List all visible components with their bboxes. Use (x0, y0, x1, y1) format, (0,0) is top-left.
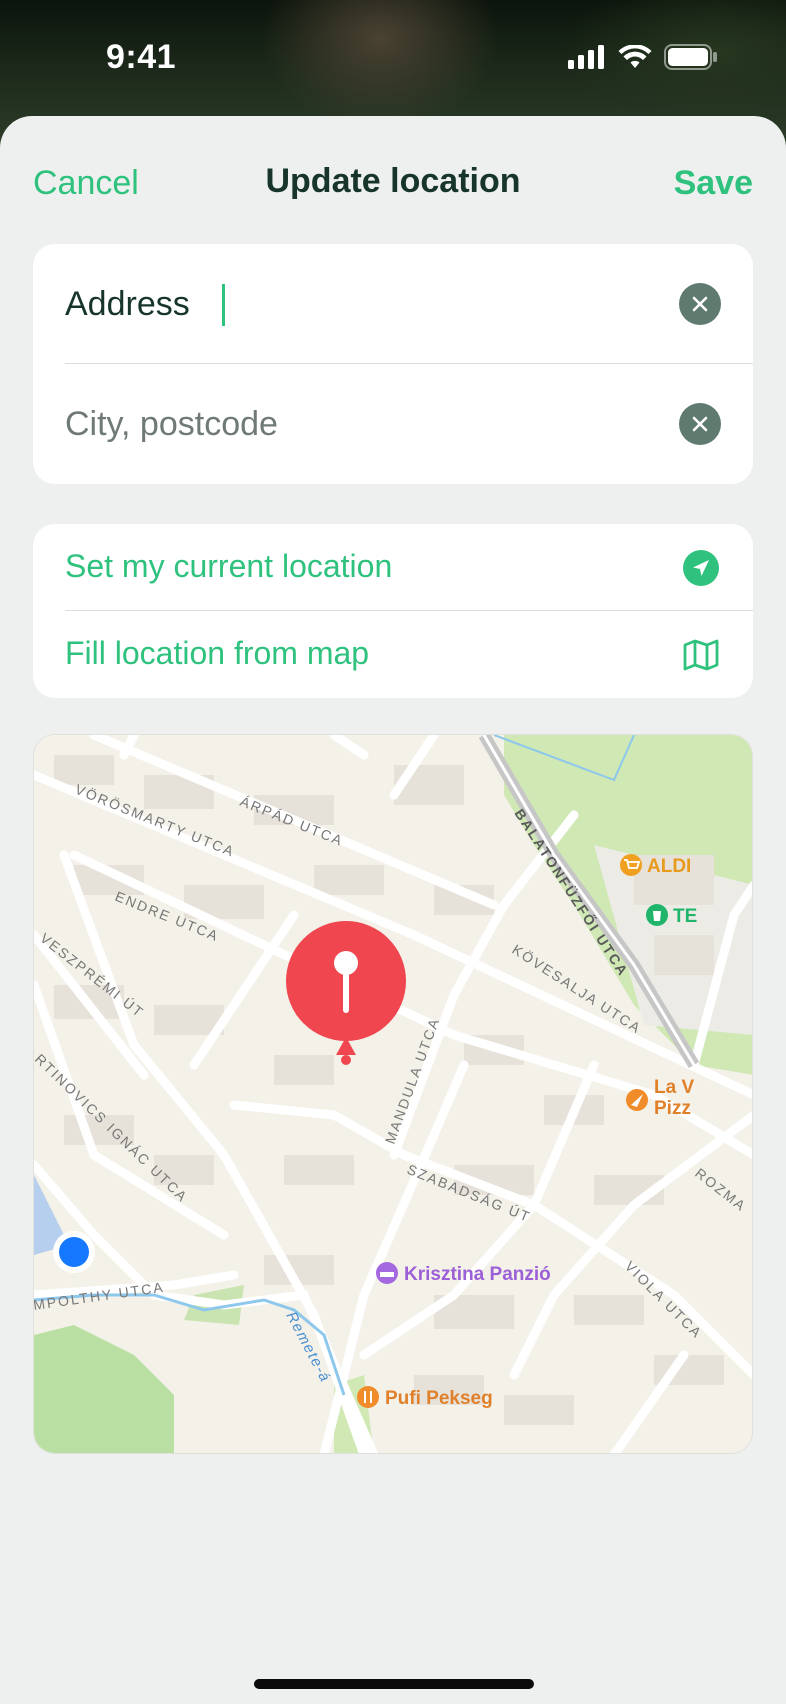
update-location-sheet: Cancel Update location Save Set m (0, 116, 786, 1704)
nav-bar: Cancel Update location Save (0, 116, 786, 248)
save-button[interactable]: Save (674, 164, 753, 203)
page-title: Update location (265, 162, 521, 200)
text-caret (222, 284, 225, 326)
poi-label: Pufi Pekseg (385, 1388, 493, 1409)
clear-address-button[interactable] (679, 283, 721, 325)
map-view[interactable]: VÖRÖSMARTY UTCA ÁRPÁD UTCA ENDRE UTCA VE… (33, 734, 753, 1454)
fill-location-from-map-button[interactable]: Fill location from map (33, 611, 753, 698)
poi-label: Pizz (654, 1098, 691, 1119)
address-form (33, 244, 753, 484)
status-icons (568, 44, 718, 70)
battery-icon (664, 44, 717, 70)
status-bar: 9:41 (0, 0, 786, 116)
location-arrow-icon (683, 550, 719, 586)
city-field-row (33, 364, 753, 484)
poi-label: TE (673, 906, 697, 927)
wifi-icon (618, 45, 652, 68)
bed-icon (380, 1272, 394, 1277)
set-current-location-button[interactable]: Set my current location (33, 524, 753, 611)
poi-label: La V (654, 1077, 694, 1098)
location-actions: Set my current location Fill location fr… (33, 524, 753, 698)
clear-city-button[interactable] (679, 403, 721, 445)
address-field-row (33, 244, 753, 364)
set-current-location-label: Set my current location (65, 548, 393, 584)
poi-label: Krisztina Panzió (404, 1264, 551, 1285)
home-indicator[interactable] (254, 1679, 534, 1689)
status-time: 9:41 (106, 38, 177, 76)
city-postcode-input[interactable] (65, 398, 645, 450)
poi-aldi[interactable]: ALDI (620, 854, 691, 877)
fill-location-from-map-label: Fill location from map (65, 635, 370, 671)
close-icon (692, 296, 708, 312)
address-input[interactable] (65, 278, 645, 330)
close-icon (692, 416, 708, 432)
map-canvas[interactable]: VÖRÖSMARTY UTCA ÁRPÁD UTCA ENDRE UTCA VE… (34, 735, 753, 1454)
signal-icon (568, 45, 604, 69)
poi-label: ALDI (647, 856, 691, 877)
shop-icon (653, 911, 661, 921)
map-icon (683, 639, 719, 671)
